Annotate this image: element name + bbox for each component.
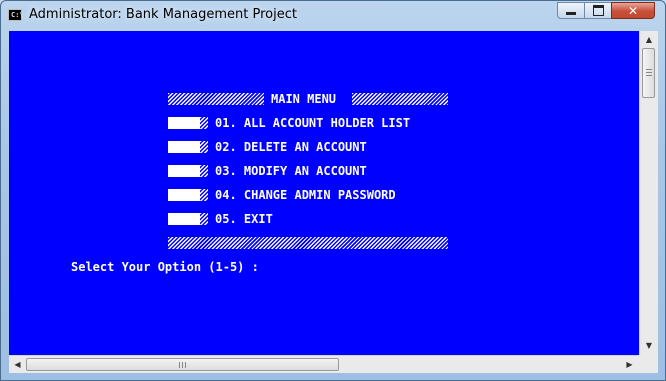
minimize-button[interactable] (557, 2, 585, 19)
maximize-icon (592, 5, 604, 16)
scroll-left-icon[interactable]: ◀ (9, 356, 26, 373)
menu-border-left (168, 93, 264, 105)
menu-bullet (168, 189, 208, 201)
scroll-up-icon[interactable]: ▲ (640, 31, 658, 48)
menu-border-right (352, 93, 448, 105)
minimize-icon (566, 12, 576, 15)
console-output[interactable]: MAIN MENU 01. ALL ACCOUNT HOLDER LIST 02… (9, 31, 639, 355)
close-button[interactable]: ✕ (611, 2, 655, 19)
menu-bullet (168, 117, 208, 129)
horizontal-scrollbar[interactable]: ◀ ▶ (9, 355, 639, 373)
menu-title: MAIN MENU (271, 92, 337, 106)
input-prompt[interactable]: Select Your Option (1-5) : (71, 260, 259, 274)
menu-item-1: 01. ALL ACCOUNT HOLDER LIST (215, 116, 411, 130)
cmd-icon[interactable]: C:\ (8, 9, 24, 21)
menu-item-3: 03. MODIFY AN ACCOUNT (215, 164, 367, 178)
menu-item-5: 05. EXIT (215, 212, 273, 226)
window-title: Administrator: Bank Management Project (29, 7, 297, 22)
close-icon: ✕ (627, 3, 639, 18)
menu-item-2: 02. DELETE AN ACCOUNT (215, 140, 367, 154)
menu-item-4: 04. CHANGE ADMIN PASSWORD (215, 188, 396, 202)
vertical-scroll-thumb[interactable] (642, 48, 655, 98)
cmd-icon-text: C:\ (11, 11, 24, 19)
scroll-down-icon[interactable]: ▼ (640, 337, 658, 354)
scrollbar-corner (639, 355, 658, 373)
horizontal-scroll-thumb[interactable] (26, 358, 339, 371)
menu-bullet (168, 141, 208, 153)
scroll-right-icon[interactable]: ▶ (621, 356, 638, 373)
grip-icon (646, 69, 652, 77)
vertical-scrollbar[interactable]: ▲ ▼ (639, 31, 658, 355)
title-bar[interactable]: C:\ Administrator: Bank Management Proje… (1, 1, 665, 31)
menu-border-bottom (168, 237, 448, 249)
console-window: C:\ Administrator: Bank Management Proje… (0, 0, 666, 381)
maximize-button[interactable] (584, 2, 612, 19)
menu-bullet (168, 165, 208, 177)
grip-icon (179, 362, 187, 368)
menu-bullet (168, 213, 208, 225)
